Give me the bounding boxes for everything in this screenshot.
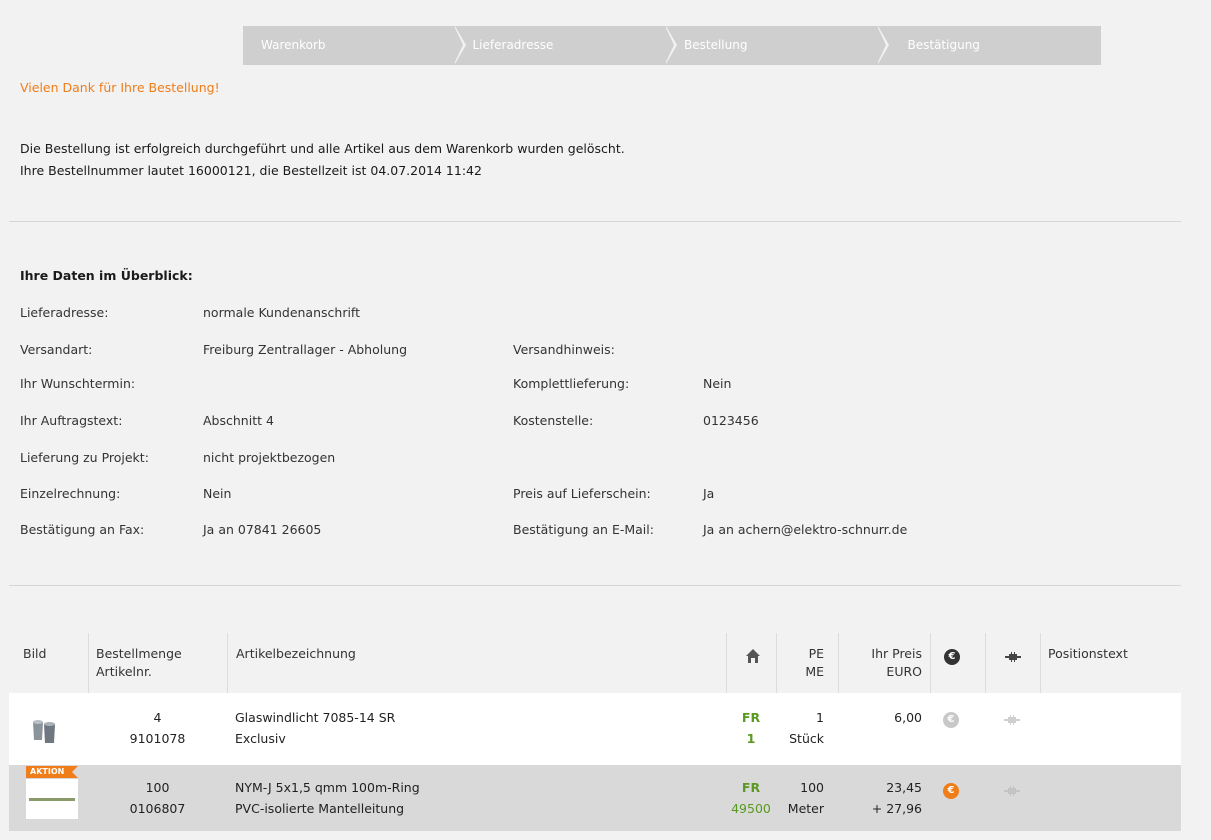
pe-value: 100	[800, 780, 824, 795]
stock-amount: 49500	[731, 801, 771, 816]
step-bestellung[interactable]: Bestellung	[666, 26, 888, 65]
article-description: Glaswindlicht 7085-14 SR Exclusiv	[235, 707, 395, 749]
fax-label: Bestätigung an Fax:	[20, 522, 145, 537]
col-me-label: ME	[805, 664, 824, 679]
col-lager	[726, 633, 776, 693]
table-row: 100 0106807 NYM-J 5x1,5 qmm 100m-Ring PV…	[9, 765, 1181, 831]
einzelrechnung-label: Einzelrechnung:	[20, 486, 121, 501]
kostenstelle-value: 0123456	[703, 413, 759, 428]
komplettlieferung-label: Komplettlieferung:	[513, 376, 630, 391]
price-value: 23,45	[886, 780, 922, 795]
preis-lieferschein-value: Ja	[703, 486, 715, 501]
auftragstext-value: Abschnitt 4	[203, 413, 274, 428]
col-bestellmenge: Bestellmenge Artikelnr.	[88, 633, 227, 693]
price: 23,45 + 27,96	[838, 777, 930, 819]
pe-me: 1 Stück	[776, 707, 838, 749]
price: 6,00	[838, 707, 930, 728]
step-label: Lieferadresse	[472, 38, 554, 52]
order-success-message: Die Bestellung ist erfolgreich durchgefü…	[20, 141, 625, 156]
article-subtitle: PVC-isolierte Mantelleitung	[235, 801, 405, 816]
col-pe-me: PE ME	[776, 633, 838, 693]
col-artikelbezeichnung: Artikelbezeichnung	[227, 633, 726, 693]
pe-me: 100 Meter	[776, 777, 838, 819]
article-name[interactable]: NYM-J 5x1,5 qmm 100m-Ring	[235, 777, 420, 798]
house-icon	[746, 649, 760, 663]
col-euro-label: EURO	[886, 664, 922, 679]
order-items-table: Bild Bestellmenge Artikelnr. Artikelbeze…	[9, 633, 1181, 831]
step-label: Bestellung	[684, 38, 748, 52]
order-number-message: Ihre Bestellnummer lautet 16000121, die …	[20, 163, 482, 178]
table-header: Bild Bestellmenge Artikelnr. Artikelbeze…	[9, 633, 1181, 693]
stock-location: FR	[741, 710, 761, 725]
col-preis: Ihr Preis EURO	[838, 633, 930, 693]
versandhinweis-label: Versandhinweis:	[513, 342, 615, 357]
wunschtermin-label: Ihr Wunschtermin:	[20, 376, 136, 391]
lieferadresse-label: Lieferadresse:	[20, 305, 109, 320]
price-extra: + 27,96	[871, 801, 922, 816]
preis-lieferschein-label: Preis auf Lieferschein:	[513, 486, 651, 501]
auftragstext-label: Ihr Auftragstext:	[20, 413, 123, 428]
product-image-cable[interactable]	[26, 779, 78, 819]
komplettlieferung-value: Nein	[703, 376, 732, 391]
overview-title: Ihre Daten im Überblick:	[20, 268, 193, 283]
article-description: NYM-J 5x1,5 qmm 100m-Ring PVC-isolierte …	[235, 777, 420, 819]
einzelrechnung-value: Nein	[203, 486, 232, 501]
quantity-value: 4	[153, 710, 162, 725]
email-label: Bestätigung an E-Mail:	[513, 522, 654, 537]
euro-icon: €	[944, 649, 960, 665]
thank-you-message: Vielen Dank für Ihre Bestellung!	[20, 80, 220, 95]
cable-image-line	[29, 798, 75, 801]
col-positionstext: Positionstext	[1040, 633, 1181, 693]
versandart-value: Freiburg Zentrallager - Abholung	[203, 342, 408, 357]
me-value: Stück	[789, 731, 824, 746]
col-bild: Bild	[23, 646, 47, 661]
plug-icon	[1005, 652, 1021, 662]
order-quantity: 100 0106807	[88, 777, 227, 819]
divider	[9, 585, 1181, 586]
price-value: 6,00	[894, 710, 922, 725]
kostenstelle-label: Kostenstelle:	[513, 413, 594, 428]
pe-value: 1	[816, 710, 824, 725]
col-artikelnr-label: Artikelnr.	[96, 664, 152, 679]
stock-info: FR 1	[726, 707, 776, 749]
article-subtitle: Exclusiv	[235, 731, 286, 746]
step-bestaetigung[interactable]: Bestätigung	[878, 26, 1102, 65]
projekt-label: Lieferung zu Projekt:	[20, 450, 149, 465]
lieferadresse-value: normale Kundenanschrift	[203, 305, 361, 320]
checkout-steps: Warenkorb Lieferadresse Bestellung Bestä…	[243, 26, 1101, 65]
table-row: 4 9101078 Glaswindlicht 7085-14 SR Exclu…	[9, 693, 1181, 765]
col-euro-icon: €	[930, 633, 985, 693]
versandart-label: Versandart:	[20, 342, 93, 357]
product-image-glass[interactable]	[30, 718, 60, 746]
step-warenkorb[interactable]: Warenkorb	[243, 26, 465, 65]
col-bestellmenge-label: Bestellmenge	[96, 646, 182, 661]
stock-amount: 1	[746, 731, 756, 746]
stock-info: FR 49500	[726, 777, 776, 819]
quantity-value: 100	[145, 780, 170, 795]
me-value: Meter	[787, 801, 824, 816]
email-value: Ja an achern@elektro-schnurr.de	[703, 522, 908, 537]
article-name[interactable]: Glaswindlicht 7085-14 SR	[235, 707, 395, 728]
euro-icon[interactable]: €	[943, 783, 959, 799]
plug-icon[interactable]	[1004, 715, 1020, 725]
article-number[interactable]: 0106807	[88, 798, 227, 819]
stock-location: FR	[741, 780, 761, 795]
plug-icon[interactable]	[1004, 786, 1020, 796]
step-lieferadresse[interactable]: Lieferadresse	[455, 26, 677, 65]
col-pe-label: PE	[808, 646, 824, 661]
col-plug-icon	[985, 633, 1040, 693]
fax-value: Ja an 07841 26605	[203, 522, 322, 537]
step-label: Bestätigung	[907, 38, 980, 52]
order-quantity: 4 9101078	[88, 707, 227, 749]
article-number[interactable]: 9101078	[88, 728, 227, 749]
col-preis-label: Ihr Preis	[871, 646, 922, 661]
divider	[9, 221, 1181, 222]
euro-icon[interactable]: €	[943, 712, 959, 728]
aktion-badge: AKTION	[26, 766, 79, 778]
step-label: Warenkorb	[261, 38, 326, 52]
projekt-value: nicht projektbezogen	[203, 450, 336, 465]
